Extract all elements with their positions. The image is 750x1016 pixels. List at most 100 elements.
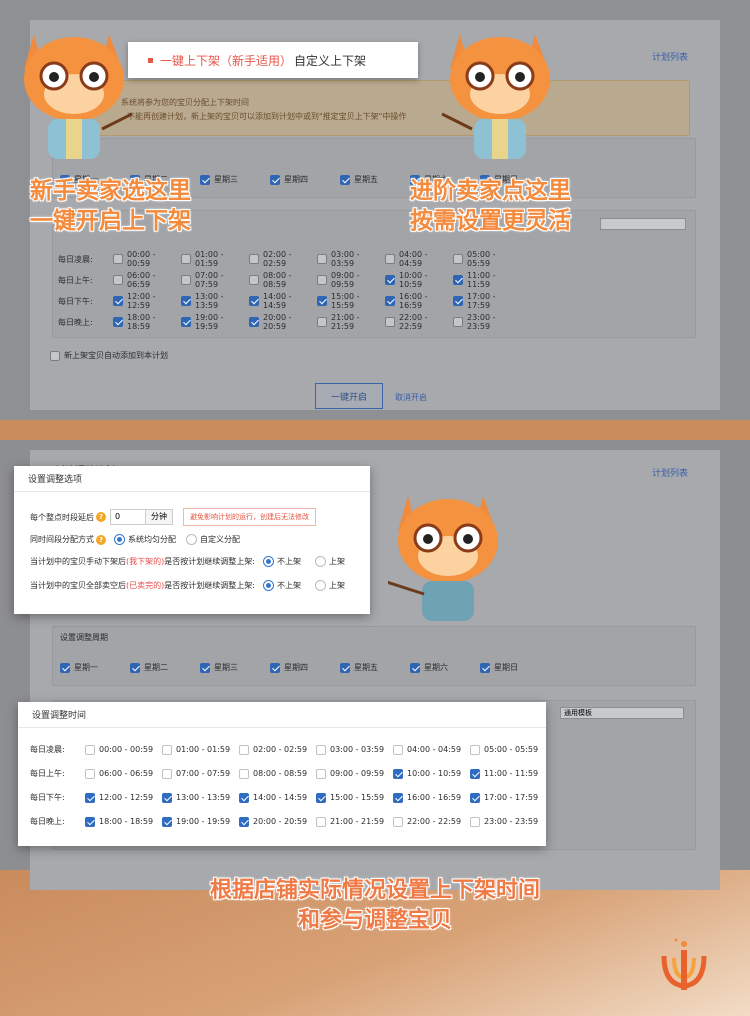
timeslot-checkbox[interactable] <box>470 792 480 803</box>
manual-yes-radio[interactable] <box>314 556 326 567</box>
timeslot-checkbox[interactable] <box>453 317 463 327</box>
timeslot-option[interactable]: 10:00 - 10:59 <box>393 768 470 779</box>
soldout-yes-radio[interactable] <box>314 580 326 591</box>
timeslot-checkbox[interactable] <box>85 744 95 755</box>
timeslot-checkbox[interactable] <box>162 744 172 755</box>
timeslot-checkbox[interactable] <box>249 275 259 285</box>
timeslot-checkbox[interactable] <box>239 792 249 803</box>
weekday-checkbox[interactable] <box>340 174 350 185</box>
timeslot-option[interactable]: 00:00 - 00:59 <box>113 250 181 268</box>
timeslot-checkbox[interactable] <box>470 768 480 779</box>
method-custom-radio[interactable] <box>186 534 197 545</box>
timeslot-option[interactable]: 22:00 - 22:59 <box>393 816 470 827</box>
tab-one-click[interactable]: 一键上下架（新手适用） <box>128 52 294 69</box>
weekday-checkbox[interactable] <box>200 662 210 673</box>
timeslot-option[interactable]: 16:00 - 16:59 <box>385 292 453 310</box>
help-icon[interactable]: ? <box>96 512 106 522</box>
timeslot-option[interactable]: 13:00 - 13:59 <box>181 292 249 310</box>
timeslot-checkbox[interactable] <box>85 768 95 779</box>
timeslot-option[interactable]: 08:00 - 08:59 <box>249 271 317 289</box>
timeslot-checkbox[interactable] <box>453 275 463 285</box>
one-click-start-button[interactable]: 一键开启 <box>315 383 383 409</box>
timeslot-option[interactable]: 06:00 - 06:59 <box>85 768 162 779</box>
timeslot-option[interactable]: 22:00 - 22:59 <box>385 313 453 331</box>
timeslot-option[interactable]: 19:00 - 19:59 <box>181 313 249 331</box>
weekday-checkbox[interactable] <box>130 662 140 673</box>
timeslot-checkbox[interactable] <box>181 317 191 327</box>
auto-add-option[interactable]: 新上架宝贝自动添加到本计划 <box>50 350 168 361</box>
weekday-option[interactable]: 星期五 <box>340 174 410 185</box>
manual-no-radio[interactable] <box>262 556 274 567</box>
timeslot-option[interactable]: 12:00 - 12:59 <box>113 292 181 310</box>
weekday-checkbox[interactable] <box>270 174 280 185</box>
timeslot-checkbox[interactable] <box>85 792 95 803</box>
soldout-no-radio[interactable] <box>262 580 274 591</box>
timeslot-option[interactable]: 03:00 - 03:59 <box>316 744 393 755</box>
weekday-option[interactable]: 星期日 <box>480 662 550 673</box>
timeslot-option[interactable]: 03:00 - 03:59 <box>317 250 385 268</box>
timeslot-option[interactable]: 20:00 - 20:59 <box>249 313 317 331</box>
timeslot-option[interactable]: 23:00 - 23:59 <box>453 313 521 331</box>
timeslot-checkbox[interactable] <box>385 296 395 306</box>
timeslot-option[interactable]: 02:00 - 02:59 <box>239 744 316 755</box>
weekday-checkbox[interactable] <box>200 174 210 185</box>
timeslot-checkbox[interactable] <box>239 816 249 827</box>
timeslot-checkbox[interactable] <box>181 296 191 306</box>
timeslot-checkbox[interactable] <box>316 816 326 827</box>
timeslot-option[interactable]: 14:00 - 14:59 <box>239 792 316 803</box>
timeslot-option[interactable]: 16:00 - 16:59 <box>393 792 470 803</box>
method-system-radio[interactable] <box>114 534 125 545</box>
tab-custom[interactable]: 自定义上下架 <box>294 52 366 69</box>
timeslot-option[interactable]: 18:00 - 18:59 <box>113 313 181 331</box>
timeslot-option[interactable]: 00:00 - 00:59 <box>85 744 162 755</box>
timeslot-option[interactable]: 10:00 - 10:59 <box>385 271 453 289</box>
weekday-option[interactable]: 星期三 <box>200 174 270 185</box>
timeslot-checkbox[interactable] <box>470 744 480 755</box>
timeslot-option[interactable]: 13:00 - 13:59 <box>162 792 239 803</box>
timeslot-option[interactable]: 18:00 - 18:59 <box>85 816 162 827</box>
timeslot-checkbox[interactable] <box>113 317 123 327</box>
plan-list-link-bottom[interactable]: 计划列表 <box>652 466 688 479</box>
weekday-checkbox[interactable] <box>60 662 70 673</box>
weekday-checkbox[interactable] <box>480 662 490 673</box>
template-select[interactable]: 通用模板 <box>560 707 684 719</box>
timeslot-option[interactable]: 12:00 - 12:59 <box>85 792 162 803</box>
timeslot-option[interactable]: 07:00 - 07:59 <box>181 271 249 289</box>
timeslot-option[interactable]: 17:00 - 17:59 <box>470 792 547 803</box>
template-select-top[interactable] <box>600 218 686 230</box>
timeslot-option[interactable]: 15:00 - 15:59 <box>316 792 393 803</box>
weekday-checkbox[interactable] <box>410 662 420 673</box>
timeslot-option[interactable]: 19:00 - 19:59 <box>162 816 239 827</box>
timeslot-option[interactable]: 21:00 - 21:59 <box>317 313 385 331</box>
timeslot-checkbox[interactable] <box>85 816 95 827</box>
timeslot-checkbox[interactable] <box>249 317 259 327</box>
timeslot-checkbox[interactable] <box>393 744 403 755</box>
timeslot-option[interactable]: 11:00 - 11:59 <box>453 271 521 289</box>
timeslot-option[interactable]: 15:00 - 15:59 <box>317 292 385 310</box>
weekday-option[interactable]: 星期五 <box>340 662 410 673</box>
weekday-option[interactable]: 星期四 <box>270 662 340 673</box>
timeslot-checkbox[interactable] <box>249 254 259 264</box>
timeslot-checkbox[interactable] <box>316 768 326 779</box>
timeslot-option[interactable]: 01:00 - 01:59 <box>162 744 239 755</box>
plan-list-link[interactable]: 计划列表 <box>652 50 688 63</box>
timeslot-checkbox[interactable] <box>239 768 249 779</box>
timeslot-option[interactable]: 08:00 - 08:59 <box>239 768 316 779</box>
auto-add-checkbox[interactable] <box>50 350 60 361</box>
timeslot-checkbox[interactable] <box>393 792 403 803</box>
timeslot-checkbox[interactable] <box>453 296 463 306</box>
timeslot-checkbox[interactable] <box>162 816 172 827</box>
timeslot-checkbox[interactable] <box>393 816 403 827</box>
timeslot-option[interactable]: 14:00 - 14:59 <box>249 292 317 310</box>
timeslot-option[interactable]: 06:00 - 06:59 <box>113 271 181 289</box>
timeslot-option[interactable]: 07:00 - 07:59 <box>162 768 239 779</box>
timeslot-checkbox[interactable] <box>181 275 191 285</box>
timeslot-option[interactable]: 01:00 - 01:59 <box>181 250 249 268</box>
weekday-option[interactable]: 星期四 <box>270 174 340 185</box>
weekday-option[interactable]: 星期一 <box>60 662 130 673</box>
help-icon[interactable]: ? <box>96 534 106 545</box>
timeslot-option[interactable]: 02:00 - 02:59 <box>249 250 317 268</box>
timeslot-option[interactable]: 05:00 - 05:59 <box>470 744 547 755</box>
weekday-checkbox[interactable] <box>270 662 280 673</box>
timeslot-checkbox[interactable] <box>181 254 191 264</box>
